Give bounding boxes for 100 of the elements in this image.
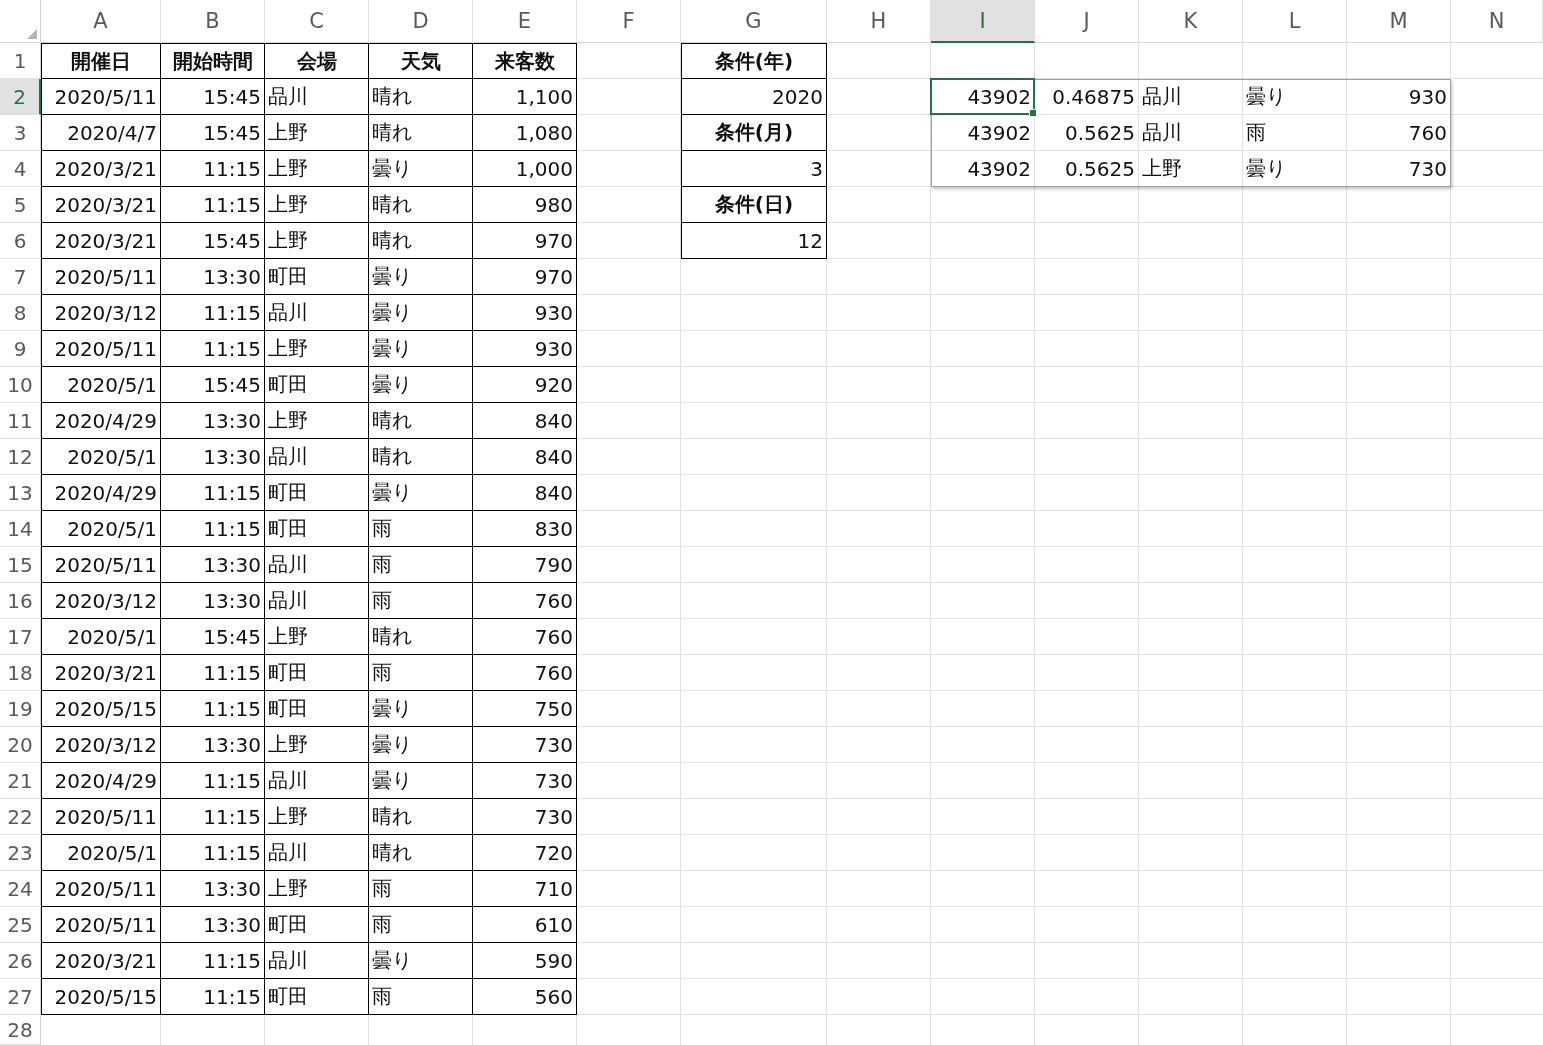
- table-cell: 930: [473, 331, 577, 367]
- table-cell: 曇り: [369, 151, 473, 187]
- table-cell: 970: [473, 259, 577, 295]
- table-cell: 2020/3/12: [41, 295, 161, 331]
- table-cell: 11:15: [161, 295, 265, 331]
- table-cell: 840: [473, 403, 577, 439]
- table-cell: 上野: [265, 799, 369, 835]
- result-cell[interactable]: 品川: [1139, 115, 1243, 151]
- table-cell: 品川: [265, 943, 369, 979]
- table-cell: 曇り: [369, 259, 473, 295]
- table-cell: 雨: [369, 907, 473, 943]
- condition-value: 2020: [681, 79, 827, 115]
- table-cell: 曇り: [369, 367, 473, 403]
- table-cell: 町田: [265, 367, 369, 403]
- table-cell: 上野: [265, 223, 369, 259]
- table-cell: 曇り: [369, 691, 473, 727]
- table-cell: 品川: [265, 583, 369, 619]
- table-cell: 11:15: [161, 799, 265, 835]
- table-cell: 上野: [265, 727, 369, 763]
- table-cell: 13:30: [161, 259, 265, 295]
- table-cell: 13:30: [161, 403, 265, 439]
- column-header[interactable]: I: [931, 0, 1035, 43]
- select-all-icon[interactable]: [27, 29, 37, 39]
- table-cell: 1,100: [473, 79, 577, 115]
- table-cell: 雨: [369, 979, 473, 1015]
- table-cell: 2020/5/1: [41, 835, 161, 871]
- row-header[interactable]: 2: [0, 79, 41, 115]
- table-cell: 2020/5/11: [41, 799, 161, 835]
- table-cell: 11:15: [161, 187, 265, 223]
- result-cell[interactable]: 930: [1347, 79, 1451, 115]
- table-cell: 2020/5/11: [41, 331, 161, 367]
- table-cell: 11:15: [161, 655, 265, 691]
- result-cell[interactable]: 0.5625: [1035, 115, 1139, 151]
- table-cell: 11:15: [161, 763, 265, 799]
- row-header[interactable]: 28: [0, 1015, 41, 1045]
- table-cell: 13:30: [161, 907, 265, 943]
- table-cell: 15:45: [161, 619, 265, 655]
- table-cell: 2020/3/12: [41, 583, 161, 619]
- result-cell[interactable]: 0.46875: [1035, 79, 1139, 115]
- table-cell: 11:15: [161, 691, 265, 727]
- table-cell: 雨: [369, 583, 473, 619]
- table-cell: 2020/5/11: [41, 79, 161, 115]
- result-cell[interactable]: 730: [1347, 151, 1451, 187]
- table-cell: 町田: [265, 511, 369, 547]
- table-cell: 2020/5/11: [41, 259, 161, 295]
- table-cell: 2020/5/15: [41, 691, 161, 727]
- table-cell: 2020/5/1: [41, 619, 161, 655]
- result-cell[interactable]: 曇り: [1243, 151, 1347, 187]
- table-cell: 610: [473, 907, 577, 943]
- result-cell[interactable]: 0.5625: [1035, 151, 1139, 187]
- result-cell[interactable]: 43902: [931, 151, 1035, 187]
- condition-label: 条件(月): [681, 115, 827, 151]
- table-cell: 11:15: [161, 475, 265, 511]
- table-cell: 11:15: [161, 979, 265, 1015]
- table-cell: 2020/3/21: [41, 151, 161, 187]
- table-cell: 晴れ: [369, 835, 473, 871]
- column-header[interactable]: N: [1451, 0, 1543, 43]
- table-cell: 品川: [265, 295, 369, 331]
- table-cell: 曇り: [369, 943, 473, 979]
- table-cell: 晴れ: [369, 799, 473, 835]
- table-cell: 11:15: [161, 511, 265, 547]
- result-cell[interactable]: 43902: [931, 79, 1035, 115]
- table-cell: 曇り: [369, 727, 473, 763]
- table-cell: 11:15: [161, 835, 265, 871]
- table-cell: 13:30: [161, 547, 265, 583]
- result-cell[interactable]: 760: [1347, 115, 1451, 151]
- table-cell: 11:15: [161, 943, 265, 979]
- table-cell: 15:45: [161, 367, 265, 403]
- table-cell: 2020/5/11: [41, 871, 161, 907]
- column-heading-cell: 来客数: [473, 43, 577, 79]
- table-cell: 晴れ: [369, 439, 473, 475]
- column-heading-cell: 天気: [369, 43, 473, 79]
- table-cell: 雨: [369, 511, 473, 547]
- result-cell[interactable]: 43902: [931, 115, 1035, 151]
- table-cell: 2020/4/29: [41, 763, 161, 799]
- table-cell: 970: [473, 223, 577, 259]
- result-cell[interactable]: 上野: [1139, 151, 1243, 187]
- table-cell: 曇り: [369, 763, 473, 799]
- table-cell: 930: [473, 295, 577, 331]
- table-cell: 町田: [265, 655, 369, 691]
- table-cell: 790: [473, 547, 577, 583]
- result-cell[interactable]: 品川: [1139, 79, 1243, 115]
- result-cell[interactable]: 曇り: [1243, 79, 1347, 115]
- table-cell: 品川: [265, 547, 369, 583]
- table-cell: 13:30: [161, 727, 265, 763]
- table-cell: 15:45: [161, 115, 265, 151]
- table-cell: 2020/3/21: [41, 655, 161, 691]
- table-cell: 11:15: [161, 331, 265, 367]
- table-cell: 760: [473, 583, 577, 619]
- table-cell: 2020/5/1: [41, 367, 161, 403]
- table-cell: 2020/3/21: [41, 223, 161, 259]
- table-cell: 2020/4/29: [41, 475, 161, 511]
- table-cell: 上野: [265, 331, 369, 367]
- table-cell: 840: [473, 475, 577, 511]
- condition-value: 3: [681, 151, 827, 187]
- table-cell: 1,000: [473, 151, 577, 187]
- table-cell: 上野: [265, 403, 369, 439]
- table-cell: 13:30: [161, 871, 265, 907]
- table-cell: 晴れ: [369, 187, 473, 223]
- result-cell[interactable]: 雨: [1243, 115, 1347, 151]
